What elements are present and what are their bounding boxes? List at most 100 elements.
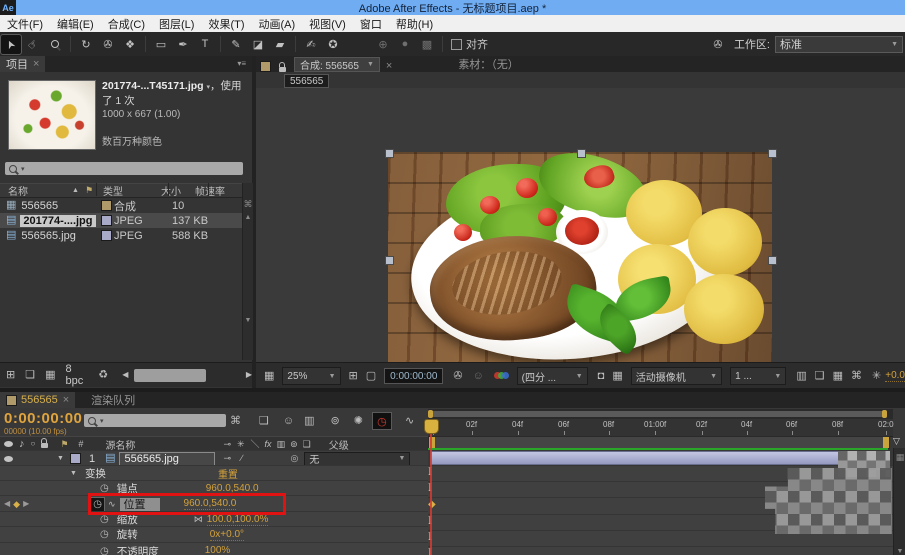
- chevron-down-icon[interactable]: ▾: [100, 417, 104, 425]
- label-column-icon[interactable]: ⚑: [85, 185, 93, 196]
- menu-edit[interactable]: 编辑(E): [50, 16, 101, 32]
- camera-select[interactable]: 活动摄像机 ▼: [631, 367, 722, 385]
- timeline-search-input[interactable]: ▾: [84, 414, 226, 427]
- label-swatch[interactable]: [101, 230, 112, 241]
- close-icon[interactable]: ×: [63, 394, 69, 406]
- column-divider[interactable]: [96, 183, 97, 196]
- shape-tool[interactable]: ▭: [151, 35, 171, 54]
- transparency-grid-icon[interactable]: ▦: [612, 371, 622, 382]
- col-type[interactable]: 类型: [103, 183, 123, 198]
- video-column-icon[interactable]: [4, 441, 13, 447]
- comp-viewer[interactable]: [256, 88, 905, 362]
- label-swatch[interactable]: [101, 200, 112, 211]
- brainstorm-icon[interactable]: ✺: [354, 416, 363, 427]
- lock-column-icon[interactable]: [41, 443, 48, 448]
- index-column-icon[interactable]: #: [78, 440, 83, 449]
- tab-footage[interactable]: 素材：（无）: [452, 56, 525, 72]
- trash-icon[interactable]: ♻: [98, 370, 108, 381]
- new-composition-icon[interactable]: ▦: [45, 370, 55, 381]
- roto-brush-tool[interactable]: ✍: [301, 35, 321, 54]
- navigator-start-handle[interactable]: [428, 410, 433, 418]
- col-name[interactable]: 名称: [8, 183, 28, 198]
- new-folder-icon[interactable]: ❏: [25, 370, 35, 381]
- timeline-button-icon[interactable]: ▦: [833, 371, 843, 382]
- project-scrollbar[interactable]: ⌘ ▲ ▼: [242, 183, 253, 360]
- food-image-layer[interactable]: [388, 152, 772, 368]
- camera-tool[interactable]: ✇: [98, 35, 118, 54]
- comp-marker-icon[interactable]: ▦: [894, 452, 905, 463]
- target-region-icon[interactable]: ◘: [598, 371, 605, 382]
- scale-value[interactable]: 100.0,100.0%: [207, 514, 269, 526]
- menu-file[interactable]: 文件(F): [0, 16, 50, 32]
- menu-view[interactable]: 视图(V): [302, 16, 353, 32]
- draft-3d-icon[interactable]: ❑: [259, 416, 269, 427]
- scroll-up-icon[interactable]: ▲: [243, 214, 253, 221]
- always-preview-icon[interactable]: ▦: [264, 371, 274, 382]
- next-keyframe-icon[interactable]: ▶: [23, 500, 29, 508]
- snap-checkbox[interactable]: 对齐: [451, 36, 488, 52]
- puppet-pin-tool[interactable]: ✪: [323, 35, 343, 54]
- show-channels-icon[interactable]: [494, 371, 509, 381]
- region-of-interest-icon[interactable]: ▢: [366, 371, 376, 382]
- chevron-down-icon[interactable]: ▾: [21, 165, 25, 173]
- col-size[interactable]: 大小: [161, 183, 181, 198]
- work-area-end-handle[interactable]: [883, 437, 889, 448]
- layer-row[interactable]: ▼ 1 ▤ 556565.jpg ⊸ ∕ ◎ 无 ▼: [0, 450, 428, 466]
- tab-composition[interactable]: 合成: 556565 ▼: [294, 57, 380, 72]
- close-icon[interactable]: ×: [33, 58, 39, 70]
- menu-layer[interactable]: 图层(L): [152, 16, 201, 32]
- comp-timecode[interactable]: 0:00:00:00: [384, 368, 443, 384]
- rotation-value[interactable]: 0x+0.0°: [210, 529, 244, 541]
- col-framerate[interactable]: 帧速率: [195, 183, 225, 198]
- parent-pickwhip-icon[interactable]: ◎: [291, 454, 299, 463]
- layer-duration-bar[interactable]: [430, 451, 890, 465]
- panel-menu-icon[interactable]: ▾≡: [237, 59, 246, 68]
- layer-collapse-icon[interactable]: ⊸: [223, 454, 231, 463]
- scroll-down-icon[interactable]: ▼: [243, 317, 253, 324]
- clone-stamp-tool[interactable]: ◪: [248, 35, 268, 54]
- keyframe-toggle-icon[interactable]: ◆: [13, 499, 20, 510]
- column-divider[interactable]: [208, 183, 209, 196]
- rotate-tool[interactable]: ↻: [76, 35, 96, 54]
- group-expand-icon[interactable]: ▼: [70, 470, 77, 477]
- playhead-line[interactable]: [430, 419, 432, 555]
- constrain-link-icon[interactable]: ⋈: [194, 515, 203, 524]
- brush-tool[interactable]: ✎: [226, 35, 246, 54]
- label-swatch[interactable]: [101, 215, 112, 226]
- menu-composition[interactable]: 合成(C): [101, 16, 152, 32]
- selection-tool[interactable]: ➤: [1, 35, 21, 54]
- scroll-right-icon[interactable]: ▶: [246, 371, 252, 379]
- interpret-footage-icon[interactable]: ⊞: [6, 370, 15, 381]
- audio-column-icon[interactable]: ♪: [19, 439, 25, 450]
- workspace-select[interactable]: 标准 ▼: [775, 36, 903, 53]
- auto-keyframe-icon[interactable]: ◷: [373, 413, 391, 429]
- layer-name[interactable]: 556565.jpg: [119, 452, 215, 466]
- layer-quality-icon[interactable]: ∕: [241, 454, 243, 463]
- zoom-tool[interactable]: [45, 35, 65, 54]
- flowchart-icon[interactable]: ⌘: [851, 371, 862, 382]
- snapshot-icon[interactable]: ✇: [453, 371, 462, 382]
- comp-label-swatch[interactable]: [260, 61, 271, 72]
- h-scrollbar-thumb[interactable]: [134, 369, 205, 382]
- eraser-tool[interactable]: ▰: [270, 35, 290, 54]
- close-icon[interactable]: ×: [386, 60, 392, 72]
- stopwatch-icon[interactable]: ◷: [100, 546, 109, 555]
- comp-marker-bin-icon[interactable]: ▽: [893, 436, 900, 447]
- selection-handle[interactable]: [385, 256, 394, 265]
- opacity-value[interactable]: 100%: [205, 545, 231, 555]
- parent-select[interactable]: 无 ▼: [304, 452, 410, 466]
- timeline-scrollbar[interactable]: ▦ ▼: [893, 448, 905, 555]
- show-snapshot-icon[interactable]: ☺: [473, 371, 484, 382]
- safe-margins-icon[interactable]: ⊞: [349, 371, 358, 382]
- layer-expand-icon[interactable]: ▼: [57, 455, 64, 462]
- project-row-jpg2[interactable]: ▤ 556565.jpg JPEG 588 KB: [0, 228, 242, 243]
- motion-blur-icon[interactable]: ⊚: [331, 416, 340, 427]
- pen-tool[interactable]: ✒: [173, 35, 193, 54]
- menu-animation[interactable]: 动画(A): [252, 16, 303, 32]
- pan-behind-tool[interactable]: ❖: [120, 35, 140, 54]
- scroll-left-icon[interactable]: ◀: [122, 371, 128, 379]
- selection-handle[interactable]: [768, 256, 777, 265]
- menu-window[interactable]: 窗口: [353, 16, 389, 32]
- text-tool[interactable]: T: [195, 35, 215, 54]
- project-row-jpg1[interactable]: ▤ 201774-....jpg JPEG 137 KB: [0, 213, 242, 228]
